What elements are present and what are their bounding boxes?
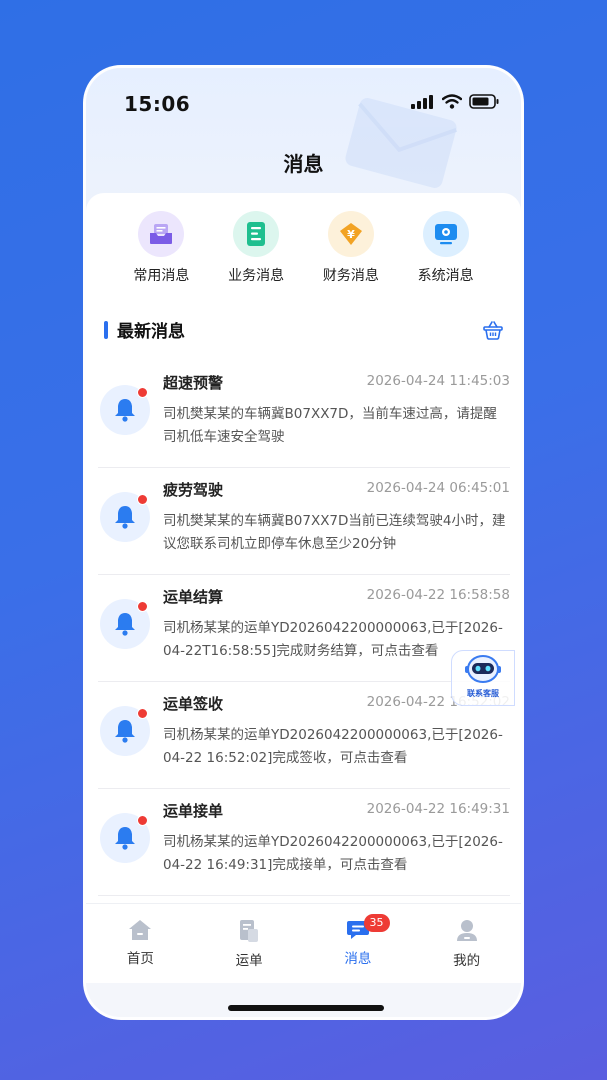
document-icon [233,211,280,257]
wifi-icon [442,94,462,109]
category-finance-label: 财务消息 [322,268,379,284]
user-icon [456,920,477,941]
cellular-signal-icon [411,94,433,109]
phone-frame: 15:06 消息 常用消息 业务消息 ¥ 财务消息 系统消息 最新消息 超速预警… [83,65,524,1020]
content-card: 常用消息 业务消息 ¥ 财务消息 系统消息 最新消息 超速预警 2026-04-… [86,193,521,953]
message-time: 2026-04-22 16:58:58 [366,587,510,603]
bell-icon [100,706,150,756]
tab-profile[interactable]: 我的 [412,904,521,983]
message-title: 运单签收 [163,695,224,713]
message-body: 司机杨某某的运单YD2026042200000063,已于[2026-04-22… [163,834,503,873]
unread-dot [137,387,148,398]
message-title: 疲劳驾驶 [163,481,224,499]
message-body: 司机樊某某的车辆冀B07XX7D，当前车速过高，请提醒司机低车速安全驾驶 [163,406,497,445]
bottom-tab-bar: 首页 运单 35 消息 我的 [86,903,521,983]
inbox-icon [138,211,185,257]
category-system[interactable]: 系统消息 [406,211,486,285]
category-finance[interactable]: ¥ 财务消息 [311,211,391,285]
waybill-icon [240,920,259,942]
list-item[interactable]: 超速预警 2026-04-24 11:45:03 司机樊某某的车辆冀B07XX7… [98,361,510,468]
category-common[interactable]: 常用消息 [121,211,201,285]
tab-waybill[interactable]: 运单 [195,904,304,983]
robot-icon [465,655,501,683]
status-time: 15:06 [124,92,191,116]
section-accent-bar [104,321,108,339]
tab-home[interactable]: 首页 [86,904,195,983]
category-business[interactable]: 业务消息 [216,211,296,285]
list-item[interactable]: 运单接单 2026-04-22 16:49:31 司机杨某某的运单YD20260… [98,789,510,896]
tab-waybill-label: 运单 [235,953,263,969]
battery-icon [469,94,499,109]
svg-text:¥: ¥ [347,228,355,241]
tab-profile-label: 我的 [453,953,481,969]
tab-home-label: 首页 [126,951,154,967]
list-item[interactable]: 运单结算 2026-04-22 16:58:58 司机杨某某的运单YD20260… [98,575,510,682]
message-time: 2026-04-22 16:49:31 [366,801,510,817]
unread-dot [137,601,148,612]
section-title: 最新消息 [117,322,185,342]
unread-dot [137,815,148,826]
message-body: 司机杨某某的运单YD2026042200000063,已于[2026-04-22… [163,727,503,766]
home-icon [129,920,152,940]
customer-service-button[interactable]: 联系客服 [451,650,515,706]
clear-basket-icon[interactable] [482,319,504,341]
monitor-icon [422,211,469,257]
status-icons [411,94,499,109]
message-list: 超速预警 2026-04-24 11:45:03 司机樊某某的车辆冀B07XX7… [98,361,510,896]
category-business-label: 业务消息 [228,268,285,284]
message-body: 司机樊某某的车辆冀B07XX7D当前已连续驾驶4小时，建议您联系司机立即停车休息… [163,513,506,552]
latest-messages-header: 最新消息 [104,317,504,343]
yen-icon: ¥ [327,211,374,257]
page-title: 消息 [283,152,324,176]
list-item[interactable]: 运单签收 2026-04-22 16:52:02 司机杨某某的运单YD20260… [98,682,510,789]
message-time: 2026-04-24 11:45:03 [366,373,510,389]
tab-messages-label: 消息 [344,951,372,967]
customer-service-label: 联系客服 [467,689,499,698]
unread-dot [137,494,148,505]
bell-icon [100,813,150,863]
bell-icon [100,492,150,542]
bell-icon [100,599,150,649]
unread-dot [137,708,148,719]
tab-messages[interactable]: 35 消息 [304,904,413,983]
status-bar: 15:06 [86,68,521,138]
unread-count-badge: 35 [363,914,390,932]
category-common-label: 常用消息 [133,268,190,284]
category-system-label: 系统消息 [417,268,474,284]
bell-icon [100,385,150,435]
list-item[interactable]: 疲劳驾驶 2026-04-24 06:45:01 司机樊某某的车辆冀B07XX7… [98,468,510,575]
message-title: 超速预警 [163,374,224,392]
home-indicator [228,1005,384,1011]
message-time: 2026-04-24 06:45:01 [366,480,510,496]
message-title: 运单结算 [163,588,224,606]
message-title: 运单接单 [163,802,224,820]
category-row: 常用消息 业务消息 ¥ 财务消息 系统消息 [86,211,521,285]
